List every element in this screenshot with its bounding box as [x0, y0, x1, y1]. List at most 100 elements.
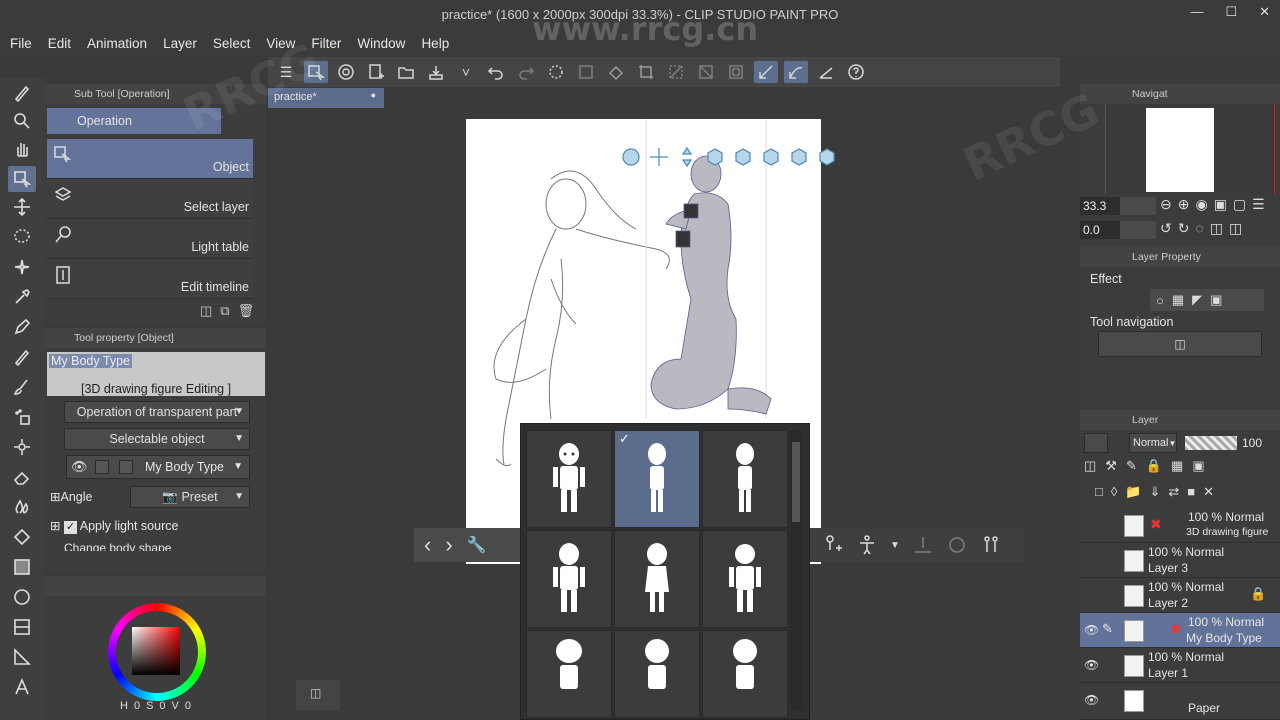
layer-color-swatch[interactable] [1084, 433, 1108, 453]
blend-tool-icon[interactable] [8, 494, 36, 520]
layer-row-paper[interactable]: 👁 Paper [1080, 683, 1280, 720]
fit-window-icon[interactable]: ▢ [1233, 196, 1246, 213]
body-type-cell[interactable] [614, 530, 700, 628]
fill-tool-icon[interactable] [8, 524, 36, 550]
mask-icon[interactable]: ▣ [1210, 292, 1222, 308]
fill-icon[interactable] [604, 61, 628, 83]
angle-row[interactable]: ⊞Angle [50, 489, 92, 504]
spiral-icon[interactable] [334, 61, 358, 83]
figure-tool-icon[interactable] [8, 584, 36, 610]
body-type-cell[interactable] [702, 630, 788, 718]
auto-select-tool-icon[interactable] [8, 254, 36, 280]
flip-horizontal-icon[interactable]: ◫ [1210, 220, 1223, 237]
merge-down-icon[interactable]: ⇓ [1149, 484, 1160, 500]
wrench-icon[interactable]: 🔧 [467, 535, 487, 555]
eraser-tool-icon[interactable] [8, 464, 36, 490]
operation-tool-icon[interactable] [8, 166, 36, 192]
actual-size-icon[interactable]: ◉ [1195, 196, 1207, 213]
camera-rotate-icon[interactable] [620, 146, 642, 168]
close-icon[interactable]: ✕ [1259, 4, 1270, 20]
chevron-down-icon[interactable]: ˅ [454, 61, 478, 83]
mask-layer-icon[interactable]: ■ [1187, 484, 1195, 500]
change-body-shape-row[interactable]: Change body shape [64, 541, 171, 551]
body-type-cell[interactable] [702, 530, 788, 628]
popup-scroll-thumb[interactable] [792, 442, 800, 522]
clear-icon[interactable] [574, 61, 598, 83]
body-type-cell-selected[interactable]: ✓ [614, 430, 700, 528]
selectable-object-dropdown[interactable]: Selectable object ▼ [64, 428, 250, 450]
deselect-icon[interactable] [664, 61, 688, 83]
menu-icon[interactable]: ☰ [1252, 196, 1265, 213]
clip-icon[interactable]: ◫ [1084, 458, 1096, 474]
rotate-right-icon[interactable]: ↻ [1178, 220, 1190, 237]
draft-icon[interactable]: ✎ [1126, 458, 1137, 474]
zoom-tool-icon[interactable] [8, 108, 36, 134]
pose-icon[interactable] [856, 534, 878, 556]
rotate-y-icon[interactable] [760, 146, 782, 168]
maximize-icon[interactable]: ☐ [1225, 4, 1237, 20]
blend-mode-dropdown[interactable]: Normal▼ [1129, 433, 1177, 453]
reference-icon[interactable]: ⚒ [1105, 458, 1117, 474]
delete-subtool-icon[interactable]: 🗑 [238, 303, 255, 319]
tone-effect-icon[interactable]: ▦ [1172, 292, 1184, 308]
menu-file[interactable]: File [10, 36, 32, 51]
menu-help[interactable]: Help [421, 36, 449, 51]
eye-icon[interactable]: 👁 [71, 459, 88, 475]
apply-light-row[interactable]: ⊞ ✓ Apply light source [50, 518, 178, 534]
undo-icon[interactable] [484, 61, 508, 83]
camera-zoom-icon[interactable] [676, 146, 698, 168]
rotate-xz-icon[interactable] [788, 146, 810, 168]
chevron-down-icon[interactable]: ▼ [890, 540, 900, 551]
menu-window[interactable]: Window [357, 36, 405, 51]
menu-select[interactable]: Select [213, 36, 251, 51]
duplicate-subtool-icon[interactable]: ⧉ [220, 303, 229, 319]
timeline-toggle[interactable]: ◫ [296, 680, 340, 710]
pen-tool-icon[interactable] [8, 80, 36, 106]
body-type-cell[interactable] [702, 430, 788, 528]
reset-pose-icon[interactable] [946, 534, 968, 556]
brush-tool-icon[interactable] [8, 374, 36, 400]
move-layer-tool-icon[interactable] [8, 194, 36, 220]
hand-tool-icon[interactable] [8, 136, 36, 162]
reset-rotation-icon[interactable]: ◌ [1195, 220, 1203, 237]
menu-animation[interactable]: Animation [87, 36, 147, 51]
ground-icon[interactable] [912, 534, 934, 556]
prev-arrow-icon[interactable]: ‹ [424, 532, 431, 558]
menu-view[interactable]: View [266, 36, 295, 51]
light-checkbox[interactable]: ✓ [63, 521, 77, 534]
loading-icon[interactable] [544, 61, 568, 83]
navigator-preview[interactable] [1105, 104, 1275, 194]
popup-scrollbar[interactable] [790, 430, 802, 710]
pencil-tool-icon[interactable] [8, 344, 36, 370]
menu-layer[interactable]: Layer [163, 36, 197, 51]
eye-icon[interactable]: 👁 [1084, 623, 1099, 637]
special-ruler-snap-icon[interactable] [784, 61, 808, 83]
crop-icon[interactable] [634, 61, 658, 83]
zoom-out-icon[interactable]: ⊖ [1160, 196, 1172, 213]
sub-tool-select-layer[interactable]: Select layer [47, 179, 253, 219]
grid-snap-icon[interactable] [814, 61, 838, 83]
menu-filter[interactable]: Filter [311, 36, 341, 51]
zoom-in-icon[interactable]: ⊕ [1178, 196, 1190, 213]
minimize-icon[interactable]: — [1190, 4, 1203, 20]
decoration-tool-icon[interactable] [8, 434, 36, 460]
import-subtool-icon[interactable]: ◫ [200, 303, 212, 319]
next-arrow-icon[interactable]: › [445, 532, 452, 558]
help-icon[interactable] [844, 61, 868, 83]
hue-ring[interactable] [108, 603, 206, 701]
layer-row-layer-3[interactable]: 100 % Normal Layer 3 [1080, 543, 1280, 578]
zoom-input[interactable]: 33.3 [1080, 197, 1120, 215]
sub-tool-group-tab[interactable]: Operation [47, 108, 221, 134]
layer-row-3d-figure[interactable]: ✖ 100 % Normal 3D drawing figure [1080, 508, 1280, 543]
opacity-slider[interactable] [1185, 436, 1237, 450]
two-figures-icon[interactable] [980, 534, 1002, 556]
open-folder-icon[interactable] [394, 61, 418, 83]
transfer-icon[interactable]: ⇄ [1168, 484, 1179, 500]
body-type-cell[interactable] [526, 630, 612, 718]
move-3d-icon[interactable] [816, 146, 838, 168]
tab-practice[interactable]: practice* ● [268, 88, 384, 108]
layer-color-icon[interactable]: ◤ [1192, 292, 1202, 308]
close-tab-icon[interactable]: ● [371, 90, 376, 100]
eye-icon[interactable]: 👁 [1084, 693, 1099, 707]
lock-icon[interactable]: 🔒 [1146, 458, 1162, 474]
